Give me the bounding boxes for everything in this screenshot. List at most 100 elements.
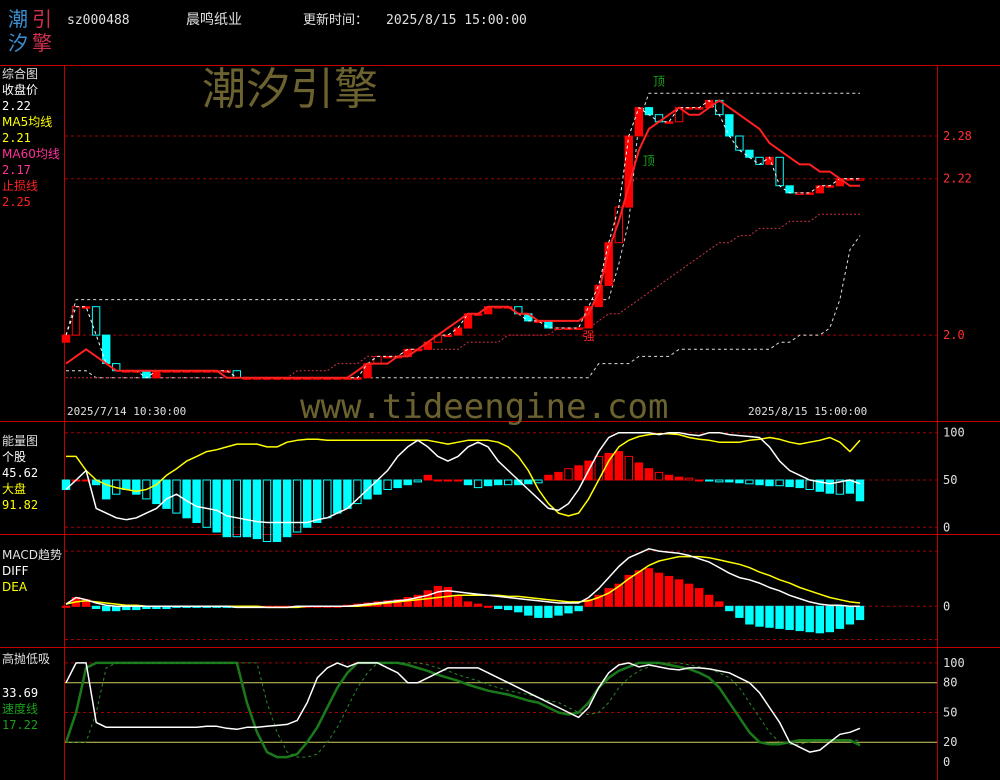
- candle: [775, 156, 784, 187]
- energy-bar: [664, 474, 674, 481]
- macd-bar: [534, 605, 543, 618]
- legend-label: MA60均线: [2, 147, 60, 161]
- energy-bar: [292, 479, 302, 533]
- legend-label: 速度线: [2, 701, 38, 716]
- legend-label: DEA: [2, 580, 28, 594]
- energy-bar: [413, 479, 423, 483]
- update-time: 2025/8/15 15:00:00: [386, 13, 527, 28]
- energy-bar: [564, 468, 573, 481]
- macd-bar: [91, 605, 101, 609]
- price-gridlines: [65, 135, 937, 336]
- legend-label: 大盘: [2, 481, 26, 496]
- update-label: 更新时间：: [303, 12, 368, 28]
- candle: [142, 370, 151, 379]
- macd-panel: 0 MACD趋势 DIFF DEA: [2, 548, 950, 640]
- watermark-brand: 潮汐引擎: [202, 64, 378, 115]
- macd-bar: [554, 605, 563, 616]
- macd-bar: [705, 594, 714, 607]
- energy-bar: [122, 479, 131, 490]
- energy-bar: [262, 479, 272, 542]
- legend-value: 17.22: [2, 718, 38, 732]
- energy-bar: [554, 471, 563, 481]
- energy-bar: [202, 479, 211, 528]
- energy-bar: [745, 479, 754, 485]
- energy-bar: [192, 479, 201, 523]
- energy-bar: [323, 479, 332, 519]
- energy-bar: [644, 468, 654, 481]
- energy-bar: [473, 479, 483, 489]
- energy-bar: [494, 479, 503, 486]
- chart-canvas: 潮 引 汐 擎 sz000488 晨鸣纸业 更新时间： 2025/8/15 15…: [0, 7, 1000, 780]
- ma60-line: [66, 213, 860, 379]
- energy-bar: [232, 479, 242, 538]
- price-candles: [61, 99, 865, 380]
- energy-bar: [684, 477, 694, 481]
- macd-bar: [514, 605, 523, 613]
- y-tick-label: 2.28: [943, 129, 972, 143]
- oscillator-panel-title: 高抛低吸: [2, 651, 50, 666]
- y-tick-label: 50: [943, 706, 957, 720]
- legend-value: 2.25: [2, 195, 31, 209]
- watermark-url: www.tideengine.com: [300, 387, 668, 427]
- energy-bar: [222, 479, 232, 538]
- energy-bar: [443, 479, 453, 482]
- macd-panel-title: MACD趋势: [2, 548, 62, 562]
- diff-line: [65, 548, 860, 609]
- energy-bar: [755, 479, 764, 486]
- macd-bar: [634, 570, 644, 607]
- logo-char-2: 引: [32, 7, 52, 31]
- macd-bar: [433, 585, 443, 607]
- candle: [91, 306, 101, 336]
- energy-bar: [795, 479, 804, 489]
- energy-bar: [252, 479, 262, 540]
- macd-bar: [664, 576, 674, 607]
- oscillator-y-ticks: 100 80 50 20 0: [943, 656, 965, 769]
- energy-bar: [705, 479, 714, 482]
- energy-bar: [624, 455, 633, 481]
- energy-bar: [433, 479, 443, 482]
- legend-label: MA5均线: [2, 115, 52, 129]
- macd-bar: [524, 605, 533, 616]
- legend-label: DIFF: [2, 564, 29, 578]
- candle: [735, 135, 744, 151]
- legend-value: 91.82: [2, 498, 38, 512]
- candle: [443, 334, 453, 338]
- lower-band-line: [66, 235, 861, 379]
- energy-y-ticks: 100 50 0: [943, 426, 965, 535]
- y-tick-label: 0: [943, 599, 950, 613]
- energy-bar: [654, 471, 664, 481]
- energy-bar: [735, 479, 744, 484]
- x-end-label: 2025/8/15 15:00:00: [748, 405, 867, 418]
- price-panel: 顶顶强 2.282.222.0 综合图 收盘价2.22MA5均线2.21MA60…: [2, 66, 972, 418]
- energy-bar: [715, 479, 724, 483]
- logo-char-4: 擎: [32, 31, 52, 55]
- energy-bar: [674, 476, 684, 481]
- energy-bar: [403, 479, 412, 486]
- macd-bar: [574, 605, 583, 612]
- energy-bar: [152, 479, 161, 505]
- macd-bar: [715, 601, 724, 607]
- macd-bar: [725, 605, 734, 612]
- macd-bar: [795, 605, 804, 632]
- ma-line: [65, 99, 860, 379]
- energy-bar: [504, 479, 513, 486]
- energy-bar: [353, 479, 362, 505]
- energy-bar: [303, 479, 312, 528]
- y-tick-label: 20: [943, 735, 957, 749]
- candle: [152, 370, 161, 379]
- energy-bar: [825, 479, 834, 494]
- macd-bar: [654, 572, 664, 607]
- energy-bar: [634, 462, 644, 481]
- macd-bar: [745, 605, 754, 625]
- candle: [745, 149, 754, 158]
- candle: [102, 334, 111, 365]
- macd-bar: [544, 605, 553, 618]
- energy-legend: 个股 45.62大盘 91.82: [2, 450, 38, 512]
- macd-y-ticks: 0: [943, 599, 950, 613]
- energy-bar: [775, 479, 784, 487]
- macd-bar: [735, 605, 744, 618]
- stock-code: sz000488: [67, 13, 130, 28]
- macd-bar: [785, 605, 794, 630]
- energy-bar: [272, 479, 282, 542]
- legend-label: 止损线: [2, 179, 38, 193]
